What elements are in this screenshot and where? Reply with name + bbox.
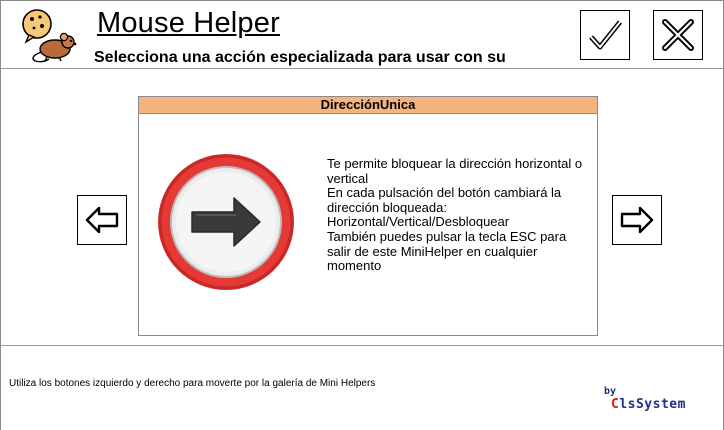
close-icon — [662, 19, 694, 51]
arrow-left-icon — [85, 206, 119, 234]
app-subtitle: Selecciona una acción especializada para… — [94, 49, 506, 66]
previous-helper-button[interactable] — [77, 195, 127, 245]
footer-hint: Utiliza los botones izquierdo y derecho … — [9, 378, 376, 389]
mouse-cookie-logo-icon — [22, 9, 77, 63]
next-helper-button[interactable] — [612, 195, 662, 245]
arrow-right-icon — [620, 206, 654, 234]
helper-card-description: Te permite bloquear la dirección horizon… — [327, 156, 583, 274]
main-window: Mouse Helper Selecciona una acción espec… — [0, 0, 724, 430]
accept-button[interactable] — [580, 10, 630, 60]
close-button[interactable] — [653, 10, 703, 60]
by-label: by — [604, 386, 617, 397]
app-title: Mouse Helper — [97, 7, 280, 39]
header: Mouse Helper Selecciona una acción espec… — [1, 1, 723, 69]
brand-logo-rest: lsSystem — [619, 397, 686, 412]
helper-card: DirecciónUnica Te permite bloquear la di… — [138, 96, 598, 336]
right-arrow-sign-icon — [158, 154, 294, 290]
brand-logo: ClsSystem — [611, 397, 686, 412]
checkmark-icon — [589, 20, 622, 50]
helper-card-title: DirecciónUnica — [139, 97, 597, 114]
footer: Utiliza los botones izquierdo y derecho … — [1, 345, 723, 430]
